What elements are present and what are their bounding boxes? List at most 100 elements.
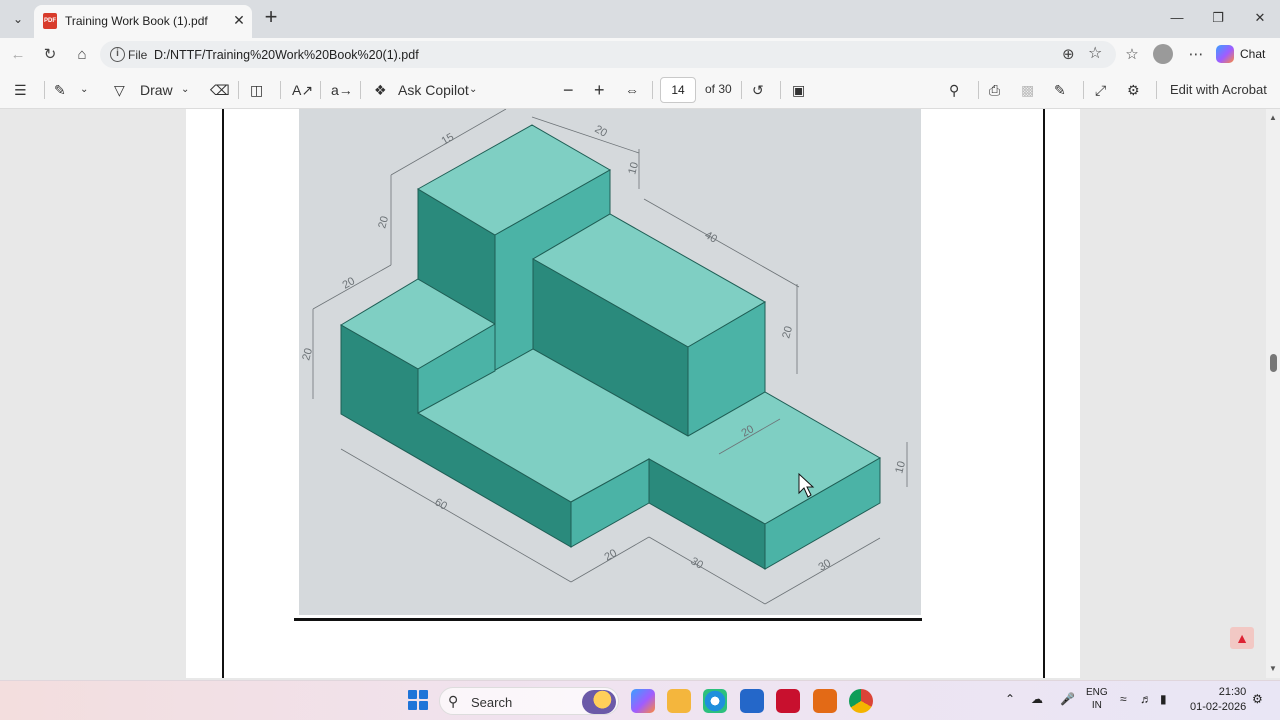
onedrive-cloud-icon[interactable]: ☁ bbox=[1031, 692, 1043, 706]
more-options-icon[interactable]: ⋯ bbox=[1184, 43, 1208, 67]
divider bbox=[238, 81, 239, 99]
zoom-in-icon[interactable]: + bbox=[594, 80, 605, 100]
zoom-out-icon[interactable]: − bbox=[563, 80, 574, 100]
lang-code: ENG bbox=[1086, 687, 1108, 698]
page-frame-right bbox=[1043, 109, 1045, 678]
taskbar-search[interactable]: ⚲ Search bbox=[439, 687, 619, 715]
scroll-down-icon[interactable]: ▼ bbox=[1269, 664, 1277, 673]
dim-label: 30 bbox=[689, 555, 706, 572]
dim-label: 15 bbox=[440, 131, 457, 148]
search-highlight-icon bbox=[582, 690, 616, 714]
profile-avatar[interactable] bbox=[1153, 44, 1173, 64]
close-window-button[interactable]: ✕ bbox=[1246, 8, 1274, 28]
tab-title: Training Work Book (1).pdf bbox=[65, 14, 208, 28]
fullscreen-icon[interactable]: ⤢ bbox=[1095, 80, 1106, 100]
isometric-block-svg: 15 20 10 20 40 20 20 20 20 10 60 20 30 3… bbox=[300, 109, 908, 605]
rotate-icon[interactable]: ↺ bbox=[752, 80, 764, 100]
divider bbox=[780, 81, 781, 99]
translate-icon[interactable]: a→ bbox=[331, 80, 353, 100]
divider bbox=[978, 81, 979, 99]
copilot-chat-button[interactable]: Chat bbox=[1216, 42, 1272, 66]
divider bbox=[360, 81, 361, 99]
print-icon[interactable]: ⎙ bbox=[989, 80, 1000, 100]
eraser-icon[interactable]: ⌫ bbox=[210, 80, 230, 100]
divider bbox=[1156, 81, 1157, 99]
edit-with-acrobat-button[interactable]: Edit with Acrobat bbox=[1170, 80, 1267, 100]
divider bbox=[320, 81, 321, 99]
edge-browser-icon[interactable] bbox=[703, 689, 727, 713]
favorite-star-icon[interactable]: ☆ bbox=[1088, 43, 1102, 63]
pdf-viewport[interactable]: 15 20 10 20 40 20 20 20 20 10 60 20 30 3… bbox=[0, 109, 1266, 678]
zoom-icon[interactable]: ⊕ bbox=[1062, 45, 1075, 63]
read-aloud-icon[interactable]: A↗ bbox=[292, 80, 313, 100]
notification-icon[interactable]: ⚙ bbox=[1252, 692, 1263, 706]
page-view-icon[interactable]: ▣ bbox=[792, 80, 805, 100]
draw-button[interactable]: Draw bbox=[140, 80, 173, 100]
scroll-up-icon[interactable]: ▲ bbox=[1269, 113, 1277, 122]
ask-copilot-button[interactable]: Ask Copilot bbox=[398, 80, 469, 100]
divider bbox=[280, 81, 281, 99]
dim-label: 40 bbox=[703, 229, 720, 246]
divider bbox=[741, 81, 742, 99]
highlight-icon[interactable]: ✎ bbox=[54, 80, 66, 100]
address-bar[interactable]: i File D:/NTTF/Training%20Work%20Book%20… bbox=[100, 41, 1116, 68]
dim-label: 20 bbox=[341, 275, 358, 292]
ask-copilot-icon[interactable]: ❖ bbox=[374, 80, 387, 100]
dim-label: 20 bbox=[376, 215, 391, 230]
refresh-button[interactable]: ↻ bbox=[38, 43, 62, 67]
divider bbox=[652, 81, 653, 99]
clock-time: 21:30 bbox=[1218, 686, 1247, 698]
url-text[interactable]: D:/NTTF/Training%20Work%20Book%20(1).pdf bbox=[154, 48, 419, 62]
clock[interactable]: 21:30 01-02-2026 bbox=[1190, 685, 1246, 715]
back-button[interactable]: ← bbox=[6, 43, 30, 67]
copilot-label: Chat bbox=[1240, 47, 1266, 61]
browser-tab[interactable]: PDF Training Work Book (1).pdf ✕ bbox=[34, 5, 252, 38]
copilot-app-icon[interactable] bbox=[631, 689, 655, 713]
draw-dropdown-chevron-icon[interactable]: ⌄ bbox=[181, 80, 189, 100]
chrome-icon[interactable] bbox=[849, 689, 873, 713]
restore-button[interactable]: ❐ bbox=[1204, 8, 1232, 28]
settings-gear-icon[interactable]: ⚙ bbox=[1127, 80, 1140, 100]
close-tab-icon[interactable]: ✕ bbox=[230, 11, 248, 29]
text-box-icon[interactable]: ◫ bbox=[250, 80, 263, 100]
address-bar-row: ← ↻ ⌂ i File D:/NTTF/Training%20Work%20B… bbox=[0, 38, 1280, 71]
copilot-icon bbox=[1216, 45, 1234, 63]
new-tab-button[interactable]: + bbox=[260, 6, 282, 30]
wifi-icon[interactable]: ≈ bbox=[1120, 692, 1127, 706]
language-indicator[interactable]: ENG IN bbox=[1086, 686, 1108, 712]
dim-label: 20 bbox=[780, 325, 795, 340]
divider bbox=[1083, 81, 1084, 99]
pdf-icon: PDF bbox=[43, 13, 57, 29]
foxit-icon[interactable] bbox=[813, 689, 837, 713]
contents-icon[interactable]: ☰ bbox=[14, 80, 27, 100]
draw-icon[interactable]: ▽ bbox=[114, 80, 125, 100]
isometric-drawing: 15 20 10 20 40 20 20 20 20 10 60 20 30 3… bbox=[299, 109, 921, 615]
start-button[interactable] bbox=[408, 690, 428, 710]
show-hidden-icons-chevron-icon[interactable]: ⌃ bbox=[1005, 692, 1015, 706]
vertical-scrollbar[interactable]: ▲ ▼ bbox=[1266, 109, 1280, 678]
file-explorer-icon[interactable] bbox=[667, 689, 691, 713]
battery-icon[interactable]: ▮ bbox=[1160, 692, 1167, 706]
page-number-input[interactable]: 14 bbox=[660, 77, 696, 103]
fit-width-icon[interactable]: ⇔ bbox=[625, 80, 639, 100]
favorites-icon[interactable]: ☆ bbox=[1120, 43, 1144, 67]
tab-actions-menu[interactable]: ⌄ bbox=[6, 7, 30, 31]
scrollbar-thumb[interactable] bbox=[1270, 354, 1277, 372]
acrobat-icon[interactable]: ▲ bbox=[1230, 627, 1254, 649]
mcafee-icon[interactable] bbox=[776, 689, 800, 713]
scheme-label: File bbox=[128, 48, 148, 62]
find-icon[interactable]: ⚲ bbox=[949, 80, 959, 100]
dim-label: 20 bbox=[593, 123, 610, 140]
save-as-icon[interactable]: ✎ bbox=[1054, 80, 1066, 100]
highlight-dropdown-chevron-icon[interactable]: ⌄ bbox=[80, 80, 88, 100]
minimize-button[interactable]: — bbox=[1163, 8, 1191, 28]
dim-label: 20 bbox=[603, 547, 620, 564]
search-icon: ⚲ bbox=[448, 693, 459, 709]
info-icon[interactable]: i bbox=[110, 47, 125, 62]
ask-copilot-chevron-icon[interactable]: ⌄ bbox=[469, 80, 477, 100]
save-icon[interactable]: ▩ bbox=[1021, 80, 1034, 100]
microphone-icon[interactable]: 🎤 bbox=[1060, 692, 1075, 706]
volume-icon[interactable]: ♬ bbox=[1140, 692, 1152, 706]
store-icon[interactable] bbox=[740, 689, 764, 713]
home-button[interactable]: ⌂ bbox=[70, 43, 94, 67]
